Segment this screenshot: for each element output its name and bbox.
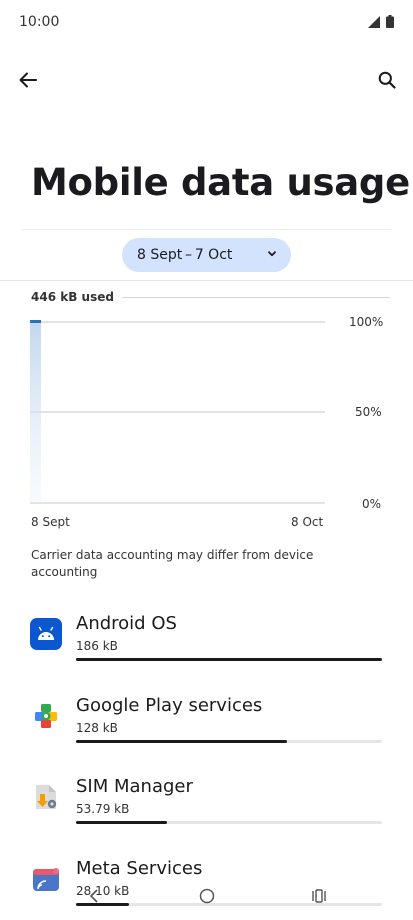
y-tick-label: 50% [355,405,382,419]
usage-chart-plot [30,320,325,504]
usage-bar-fill [76,658,382,661]
home-circle-icon [199,888,215,904]
usage-area-mark [30,322,41,503]
battery-icon [386,15,394,28]
usage-bar-fill [76,821,168,824]
app-name: Meta Services [76,858,203,879]
usage-peak-mark [30,320,41,323]
search-icon [378,71,396,89]
app-data-size: 186 kB [76,639,118,653]
search-button[interactable] [371,64,403,96]
nav-back-button[interactable] [76,882,112,910]
app-data-size: 128 kB [76,721,118,735]
y-tick-label: 0% [362,497,382,511]
nav-recents-button[interactable] [301,882,337,910]
divider [22,229,391,230]
nav-home-button[interactable] [189,882,225,910]
data-used-label: 446 kB used [31,290,114,304]
y-tick-label: 100% [349,315,384,329]
billing-cycle-dropdown[interactable]: 8 Sept – 7 Oct [122,238,291,272]
android-os-icon [30,618,62,650]
page-title: Mobile data usage [31,161,410,204]
arrow-back-icon [19,72,37,88]
data-used-row: 446 kB used [31,289,390,305]
sim-manager-icon [36,785,57,809]
google-play-services-icon [35,704,57,728]
app-data-size: 53.79 kB [76,802,130,816]
divider [0,280,413,281]
status-icons [368,15,394,28]
chevron-left-icon [89,889,98,903]
chevron-down-icon [268,251,276,257]
carrier-disclaimer: Carrier data accounting may differ from … [31,548,314,579]
billing-cycle-label: 8 Sept – 7 Oct [137,247,233,263]
system-navigation-bar [0,878,413,920]
status-time: 10:00 [19,14,60,30]
recents-icon [312,889,326,903]
app-usage-row[interactable]: Google Play services 128 kB [0,688,413,748]
app-name: Android OS [76,613,177,634]
status-bar: 10:00 [0,0,413,46]
app-name: SIM Manager [76,776,193,797]
usage-bar-fill [76,740,287,743]
signal-icon [368,15,380,28]
app-name: Google Play services [76,695,263,716]
usage-chart: 100% 50% 0% 8 Sept 8 Oct [0,310,413,530]
app-usage-row[interactable]: Android OS 186 kB [0,606,413,666]
back-button[interactable] [12,64,44,96]
top-app-bar [0,58,413,102]
usage-bar [76,740,382,743]
x-axis-start-label: 8 Sept [31,515,70,529]
x-axis-end-label: 8 Oct [291,515,324,529]
usage-bar [76,658,382,661]
app-usage-row[interactable]: SIM Manager 53.79 kB [0,769,413,829]
usage-bar [76,821,382,824]
used-divider [121,296,390,298]
